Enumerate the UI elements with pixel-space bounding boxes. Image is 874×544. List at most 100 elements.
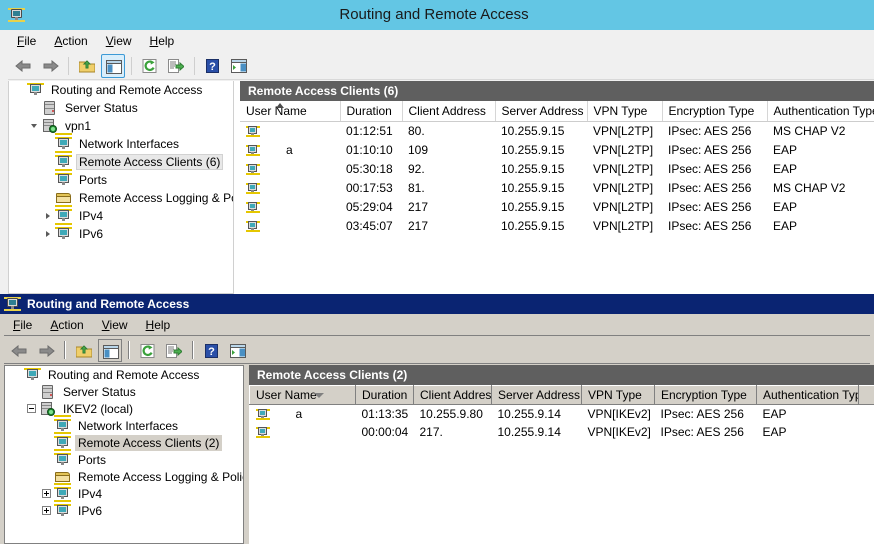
console-tree-top[interactable]: Routing and Remote Access Server Status vp… [8,81,234,294]
tree-item-ipv4[interactable]: IPv4 [5,482,243,502]
menu-item-file[interactable]: File [8,31,45,51]
show-hide-console-tree-button[interactable] [98,338,122,362]
cell-authentication-type: EAP [773,162,798,176]
cell-server-address: 10.255.9.14 [497,424,561,439]
column-header-user-name[interactable]: User Name [249,385,356,405]
column-header-encryption-type[interactable]: Encryption Type [654,385,757,405]
tree-item-remote-access-logging-poli[interactable]: Remote Access Logging & Poli [9,189,233,207]
right-arrow-icon [37,344,55,357]
table-row[interactable]: 03:45:07 217 10.255.9.15 VPN[L2TP] IPsec: AE… [240,217,874,236]
results-pane-bottom: Remote Access Clients (2) User Name Durat… [249,365,874,544]
back-button[interactable] [12,54,36,78]
table-row[interactable]: 00:17:53 81. 10.255.9.15 VPN[L2TP] IPsec: AE… [240,179,874,198]
tree-expander[interactable] [8,366,24,383]
table-row[interactable]: 05:30:18 92. 10.255.9.15 VPN[L2TP] IPsec: AE… [240,160,874,179]
column-header-authentication-type[interactable]: Authentication Type [767,101,874,122]
tree-expander[interactable] [38,468,54,485]
column-header-server-address[interactable]: Server Address [491,385,582,405]
table-row[interactable]: a 01:10:10 109 10.255.9.15 VPN[L2TP] IPsec: A… [240,141,874,160]
tree-expander[interactable] [13,81,27,99]
tree-expander[interactable] [38,417,54,434]
tree-item-ipv6[interactable]: IPv6 [9,223,233,243]
help-question-icon: ? [205,58,221,73]
window-bottom-title: Routing and Remote Access [27,297,190,311]
tree-expander[interactable] [41,225,55,243]
table-row[interactable]: 01:12:51 80. 10.255.9.15 VPN[L2TP] IPsec: AE… [240,122,874,141]
column-header-client-address[interactable]: Client Address [413,385,492,405]
tree-expander[interactable] [41,207,55,225]
tree-expander[interactable] [23,400,39,417]
menu-item-action[interactable]: Action [45,31,96,51]
forward-button[interactable] [38,54,62,78]
menu-item-action-rest: ction [62,34,88,48]
tree-item-remote-access-clients-2[interactable]: Remote Access Clients (2) [5,431,243,451]
help-button[interactable]: ? [201,54,225,78]
column-header-server-address[interactable]: Server Address [495,101,588,122]
tree-expander[interactable] [38,451,54,468]
column-header-encryption-type[interactable]: Encryption Type [662,101,768,122]
column-header-authentication-type[interactable]: Authentication Type [756,385,859,405]
table-row[interactable]: 00:00:04 217. 10.255.9.14 VPN[IKEv2] IPsec: … [250,423,874,441]
cell-filler [859,405,874,423]
show-hide-action-pane-button[interactable] [226,339,250,362]
tree-expander[interactable] [41,189,55,207]
tree-expander[interactable] [27,99,41,117]
tree-item-remote-access-logging-policies[interactable]: Remote Access Logging & Policies [5,468,243,485]
tree-item-ipv6[interactable]: IPv6 [5,499,243,519]
tree-item-network-interfaces[interactable]: Network Interfaces [9,133,233,153]
menu-item-file-rest: ile [20,317,33,332]
tree-item-remote-access-clients-6[interactable]: Remote Access Clients (6) [9,151,233,171]
up-one-level-button[interactable] [72,339,96,362]
tree-expander[interactable] [41,135,55,153]
menu-item-view-rest: iew [109,317,128,332]
tree-item-ports[interactable]: Ports [9,169,233,189]
show-hide-action-pane-button[interactable] [227,54,251,78]
table-row[interactable]: a 01:13:35 10.255.9.80 10.255.9.14 VPN[IKEv2… [250,405,874,423]
tree-item-ipv4[interactable]: IPv4 [9,205,233,225]
refresh-button[interactable] [136,339,160,362]
menu-item-action[interactable]: Action [41,315,92,335]
tree-item-vpn1[interactable]: vpn1 [9,117,233,135]
up-one-level-button[interactable] [75,54,99,78]
column-header-user-name[interactable]: User Name [240,101,341,122]
tree-item-server-status[interactable]: Server Status [9,99,233,117]
tree-expander[interactable] [38,485,54,502]
tree-item-server-status[interactable]: Server Status [5,383,243,400]
column-header-label: Encryption Type [668,104,755,118]
tree-expander[interactable] [27,117,41,135]
column-header-vpn-type[interactable]: VPN Type [581,385,655,405]
column-header-label: Authentication Type [773,104,874,118]
tree-item-routing-and-remote-access[interactable]: Routing and Remote Access [5,366,243,383]
menu-item-view[interactable]: View [93,315,137,335]
tree-item-network-interfaces[interactable]: Network Interfaces [5,414,243,434]
forward-button[interactable] [34,339,58,362]
tree-expander[interactable] [41,171,55,189]
window-top-titlebar[interactable]: Routing and Remote Access [0,0,874,30]
column-header-duration[interactable]: Duration [355,385,414,405]
back-button[interactable] [8,339,32,362]
export-list-button[interactable] [164,54,188,78]
tree-expander[interactable] [38,434,54,451]
tree-item-ikev2-local[interactable]: IKEV2 (local) [5,400,243,417]
show-hide-console-tree-button[interactable] [101,53,125,78]
tree-expander[interactable] [41,153,55,171]
column-header-vpn-type[interactable]: VPN Type [587,101,663,122]
tree-item-label: Remote Access Logging & Poli [79,191,234,205]
window-bottom-titlebar[interactable]: Routing and Remote Access [0,294,874,314]
menu-item-help[interactable]: Help [137,315,180,335]
menu-item-file[interactable]: File [4,315,41,335]
help-button[interactable]: ? [200,339,224,362]
export-list-button[interactable] [162,339,186,362]
tree-item-routing-and-remote-access[interactable]: Routing and Remote Access [9,81,233,99]
console-tree-bottom[interactable]: Routing and Remote Access Server Status IK… [4,365,244,544]
tree-expander[interactable] [23,383,39,400]
menu-item-help[interactable]: Help [141,31,184,51]
column-header-client-address[interactable]: Client Address [402,101,496,122]
cell-vpn-type: VPN[L2TP] [593,143,654,157]
tree-expander[interactable] [38,502,54,519]
table-row[interactable]: 05:29:04 217 10.255.9.15 VPN[L2TP] IPsec: AE… [240,198,874,217]
column-header-duration[interactable]: Duration [340,101,403,122]
menu-item-view[interactable]: View [97,31,141,51]
tree-item-ports[interactable]: Ports [5,448,243,468]
refresh-button[interactable] [138,54,162,78]
